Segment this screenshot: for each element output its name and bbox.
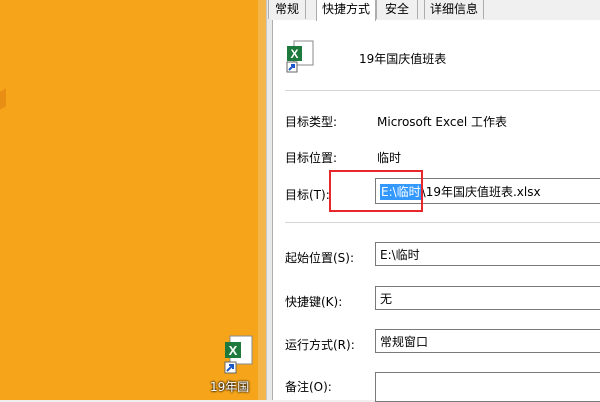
window-border bbox=[258, 0, 266, 400]
svg-text:X: X bbox=[229, 343, 238, 358]
desktop-shortcut-label[interactable]: 19年国 bbox=[210, 378, 249, 395]
shortcut-name: 19年国庆值班表 bbox=[359, 52, 447, 66]
run-mode-value: 常规窗口 bbox=[380, 335, 429, 349]
tab-shortcut[interactable]: 快捷方式 bbox=[316, 0, 376, 21]
run-mode-label: 运行方式(R): bbox=[285, 338, 355, 352]
tab-strip: 常规 快捷方式 安全 详细信息 bbox=[268, 0, 600, 21]
start-in-input[interactable]: E:\临时 bbox=[375, 242, 600, 266]
target-type-value: Microsoft Excel 工作表 bbox=[377, 115, 508, 129]
start-in-label: 起始位置(S): bbox=[285, 251, 355, 265]
target-location-label: 目标位置: bbox=[285, 151, 338, 165]
target-remaining-text: \19年国庆值班表.xlsx bbox=[421, 185, 541, 199]
desktop-background bbox=[0, 0, 258, 400]
desktop-window-edge bbox=[0, 88, 6, 110]
hotkey-label: 快捷键(K): bbox=[285, 295, 343, 309]
red-highlight-box bbox=[329, 170, 423, 212]
comment-input[interactable] bbox=[375, 372, 600, 402]
properties-dialog: 常规 快捷方式 安全 详细信息 X 19年国庆值班表 目标类型: Microso… bbox=[268, 0, 600, 402]
hotkey-input[interactable]: 无 bbox=[375, 286, 600, 310]
shortcut-panel: X 19年国庆值班表 目标类型: Microsoft Excel 工作表 目标位… bbox=[272, 20, 600, 402]
target-location-value: 临时 bbox=[377, 151, 402, 165]
divider bbox=[285, 222, 600, 223]
excel-shortcut-desktop-icon[interactable]: X bbox=[222, 332, 256, 376]
svg-text:X: X bbox=[290, 47, 298, 61]
divider bbox=[285, 90, 600, 91]
target-type-label: 目标类型: bbox=[285, 115, 338, 129]
excel-file-icon: X bbox=[286, 40, 314, 73]
comment-label: 备注(O): bbox=[285, 380, 332, 394]
tab-general[interactable]: 常规 bbox=[268, 0, 306, 19]
tab-security[interactable]: 安全 bbox=[376, 0, 418, 19]
target-label: 目标(T): bbox=[285, 188, 330, 202]
run-mode-select[interactable]: 常规窗口 bbox=[375, 329, 600, 353]
tab-details[interactable]: 详细信息 bbox=[424, 0, 484, 19]
